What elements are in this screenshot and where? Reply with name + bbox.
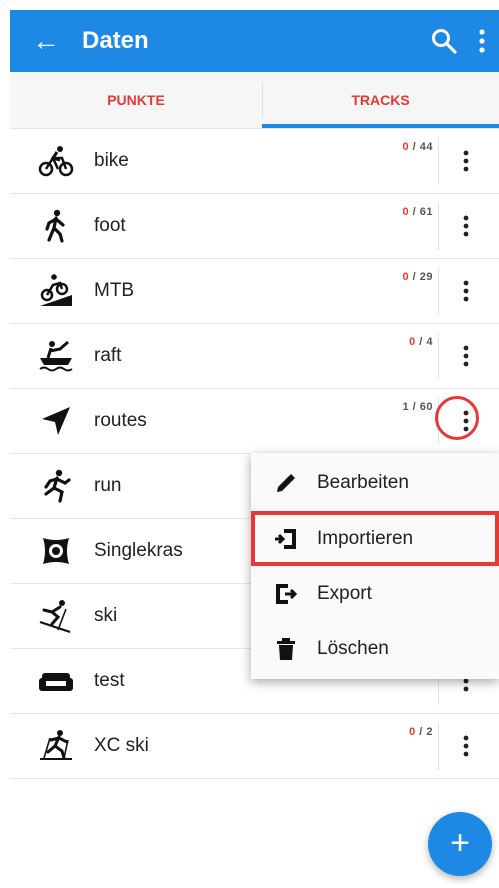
tab-tracks[interactable]: TRACKS bbox=[262, 72, 499, 128]
add-icon: + bbox=[450, 824, 470, 862]
app-bar: ← Daten bbox=[10, 10, 499, 72]
menu-item-label: Löschen bbox=[317, 638, 389, 659]
navigation-arrow-icon bbox=[42, 407, 70, 435]
sofa-icon bbox=[39, 673, 73, 691]
list-item-label: MTB bbox=[94, 280, 135, 301]
list-item-label: run bbox=[94, 475, 122, 496]
more-vert-icon[interactable] bbox=[454, 147, 478, 175]
more-vert-icon[interactable] bbox=[454, 342, 478, 370]
menu-item-export[interactable]: Export bbox=[251, 566, 499, 621]
more-vert-icon[interactable] bbox=[454, 732, 478, 760]
import-icon bbox=[275, 529, 296, 549]
list-item-label: raft bbox=[94, 345, 122, 366]
track-count: 1 / 60 bbox=[402, 401, 433, 413]
list-item-raft[interactable]: raft 0 / 4 bbox=[10, 324, 499, 389]
walker-icon bbox=[45, 209, 65, 243]
export-icon bbox=[276, 584, 298, 604]
tab-tracks-label: TRACKS bbox=[351, 92, 410, 108]
tab-indicator bbox=[262, 124, 499, 128]
row-divider bbox=[438, 332, 439, 380]
list-item-label: ski bbox=[94, 605, 118, 626]
trash-icon bbox=[277, 638, 295, 660]
track-count: 0 / 61 bbox=[402, 206, 433, 218]
tab-punkte[interactable]: PUNKTE bbox=[10, 72, 262, 128]
menu-item-importieren[interactable]: Importieren bbox=[251, 511, 499, 566]
page-title: Daten bbox=[82, 27, 149, 54]
arrow-back-icon[interactable]: ← bbox=[32, 24, 60, 58]
track-count: 0 / 4 bbox=[409, 336, 433, 348]
context-menu: Bearbeiten Importieren Export Löschen bbox=[251, 453, 499, 679]
list-item-label: bike bbox=[94, 150, 129, 171]
track-count: 0 / 29 bbox=[402, 271, 433, 283]
menu-item-label: Importieren bbox=[317, 528, 414, 549]
menu-item-label: Bearbeiten bbox=[317, 472, 409, 493]
menu-item-label: Export bbox=[317, 583, 372, 604]
list-item-foot[interactable]: foot 0 / 61 bbox=[10, 194, 499, 259]
raft-icon bbox=[39, 340, 73, 372]
menu-item-loeschen[interactable]: Löschen bbox=[251, 621, 499, 676]
list-item-label: Singlekras bbox=[94, 540, 183, 561]
search-icon[interactable] bbox=[430, 27, 458, 55]
tab-bar: PUNKTE TRACKS bbox=[10, 72, 499, 129]
row-divider bbox=[438, 202, 439, 250]
highlight-circle bbox=[435, 396, 479, 440]
more-vert-icon[interactable] bbox=[454, 277, 478, 305]
singlekras-icon bbox=[43, 538, 69, 564]
track-count: 0 / 44 bbox=[402, 141, 433, 153]
pencil-icon bbox=[277, 474, 295, 492]
mtb-icon bbox=[40, 274, 72, 306]
more-vert-icon[interactable] bbox=[454, 212, 478, 240]
row-divider bbox=[438, 137, 439, 185]
menu-item-bearbeiten[interactable]: Bearbeiten bbox=[251, 455, 499, 510]
xc-skier-icon bbox=[40, 730, 72, 760]
list-item-label: routes bbox=[94, 410, 147, 431]
list-item-xc-ski[interactable]: XC ski 0 / 2 bbox=[10, 714, 499, 779]
runner-icon bbox=[44, 469, 71, 503]
list-item-label: XC ski bbox=[94, 735, 149, 756]
list-item-mtb[interactable]: MTB 0 / 29 bbox=[10, 259, 499, 324]
track-count: 0 / 2 bbox=[409, 726, 433, 738]
skier-icon bbox=[39, 600, 71, 634]
list-item-routes[interactable]: routes 1 / 60 bbox=[10, 389, 499, 454]
add-button[interactable]: + bbox=[428, 812, 492, 876]
list-item-bike[interactable]: bike 0 / 44 bbox=[10, 129, 499, 194]
list-item-label: test bbox=[94, 670, 125, 691]
row-divider bbox=[438, 267, 439, 315]
bike-icon bbox=[38, 146, 74, 177]
row-divider bbox=[438, 722, 439, 770]
list-item-label: foot bbox=[94, 215, 126, 236]
more-vert-icon[interactable] bbox=[476, 27, 488, 55]
